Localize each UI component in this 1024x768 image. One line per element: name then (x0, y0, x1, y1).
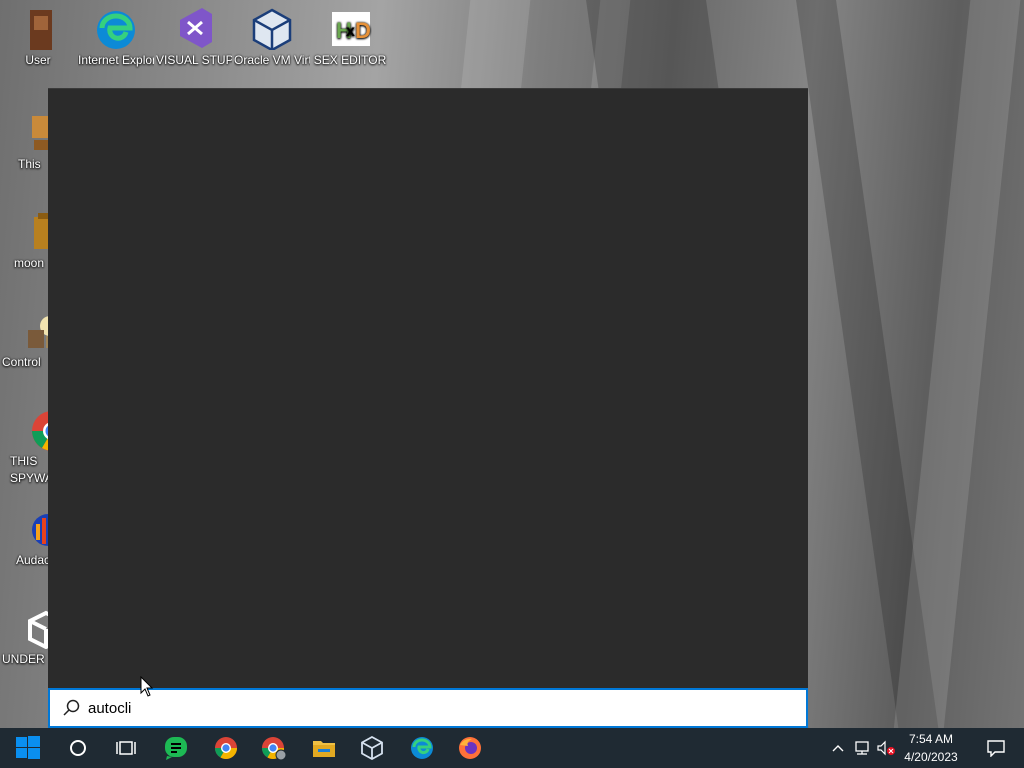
desktop-icon-label: Internet Explorer (78, 53, 154, 67)
taskbar-chrome[interactable] (202, 728, 250, 768)
action-center-button[interactable] (972, 728, 1020, 768)
visual-studio-icon (172, 6, 216, 50)
desktop-icon-hex-editor[interactable]: HxD SEX EDITOR (312, 0, 388, 69)
taskbar-edge[interactable] (398, 728, 446, 768)
clock[interactable]: 7:54 AM 4/20/2023 (896, 730, 966, 766)
chrome-profile-icon (262, 737, 287, 760)
cortana-circle-icon (70, 740, 86, 756)
search-box[interactable] (48, 688, 808, 728)
desktop-icon-virtualbox[interactable]: Oracle VM VirtualBox (234, 0, 310, 69)
desktop-icon-visual-studio[interactable]: VISUAL STUPI... (156, 0, 232, 69)
windows-logo-icon (16, 736, 40, 759)
virtualbox-icon (250, 6, 294, 52)
virtualbox-icon (361, 736, 383, 760)
hxd-icon: HxD (328, 6, 372, 50)
volume-muted-icon (877, 740, 895, 756)
taskbar-messages-app[interactable] (152, 728, 200, 768)
task-view-button[interactable] (102, 728, 150, 768)
task-view-icon (116, 741, 136, 755)
taskbar-firefox[interactable] (446, 728, 494, 768)
folder-icon (313, 741, 335, 757)
desktop-icon-label: User (25, 53, 51, 67)
desktop-icon-label: VISUAL STUPI... (156, 53, 232, 67)
svg-text:x: x (346, 23, 355, 40)
messages-icon (165, 737, 187, 760)
clock-time: 7:54 AM (908, 732, 954, 746)
search-results-panel (48, 88, 808, 689)
user-folder-icon (16, 6, 60, 50)
search-icon (62, 699, 80, 722)
search-input[interactable] (88, 690, 788, 726)
taskbar-file-explorer[interactable] (300, 728, 348, 768)
svg-text:D: D (355, 18, 371, 43)
desktop-icon-internet-explorer[interactable]: Internet Explorer (78, 0, 154, 69)
taskbar: 7:54 AM 4/20/2023 (0, 728, 1024, 768)
desktop-icon-label: Oracle VM VirtualBox (234, 53, 310, 67)
firefox-icon (459, 737, 481, 759)
network-tray-button[interactable] (850, 728, 874, 768)
desktop-icon-label: SEX EDITOR (313, 53, 387, 67)
edge-icon (94, 6, 138, 50)
chevron-up-icon (832, 745, 844, 752)
chrome-icon (215, 737, 237, 759)
clock-date: 4/20/2023 (904, 750, 958, 764)
mouse-cursor-icon (140, 675, 154, 703)
cortana-button[interactable] (54, 728, 102, 768)
desktop-icon-user[interactable]: User (0, 0, 76, 69)
desktop-icon-label: THIS SPYWA (10, 454, 50, 485)
start-button[interactable] (4, 728, 52, 768)
notification-icon (987, 740, 1005, 757)
volume-tray-button[interactable] (874, 728, 898, 768)
edge-icon (411, 737, 433, 759)
network-disconnected-icon (855, 741, 869, 755)
taskbar-chrome-profile[interactable] (250, 728, 298, 768)
show-hidden-icons-button[interactable] (826, 728, 850, 768)
taskbar-virtualbox[interactable] (348, 728, 396, 768)
